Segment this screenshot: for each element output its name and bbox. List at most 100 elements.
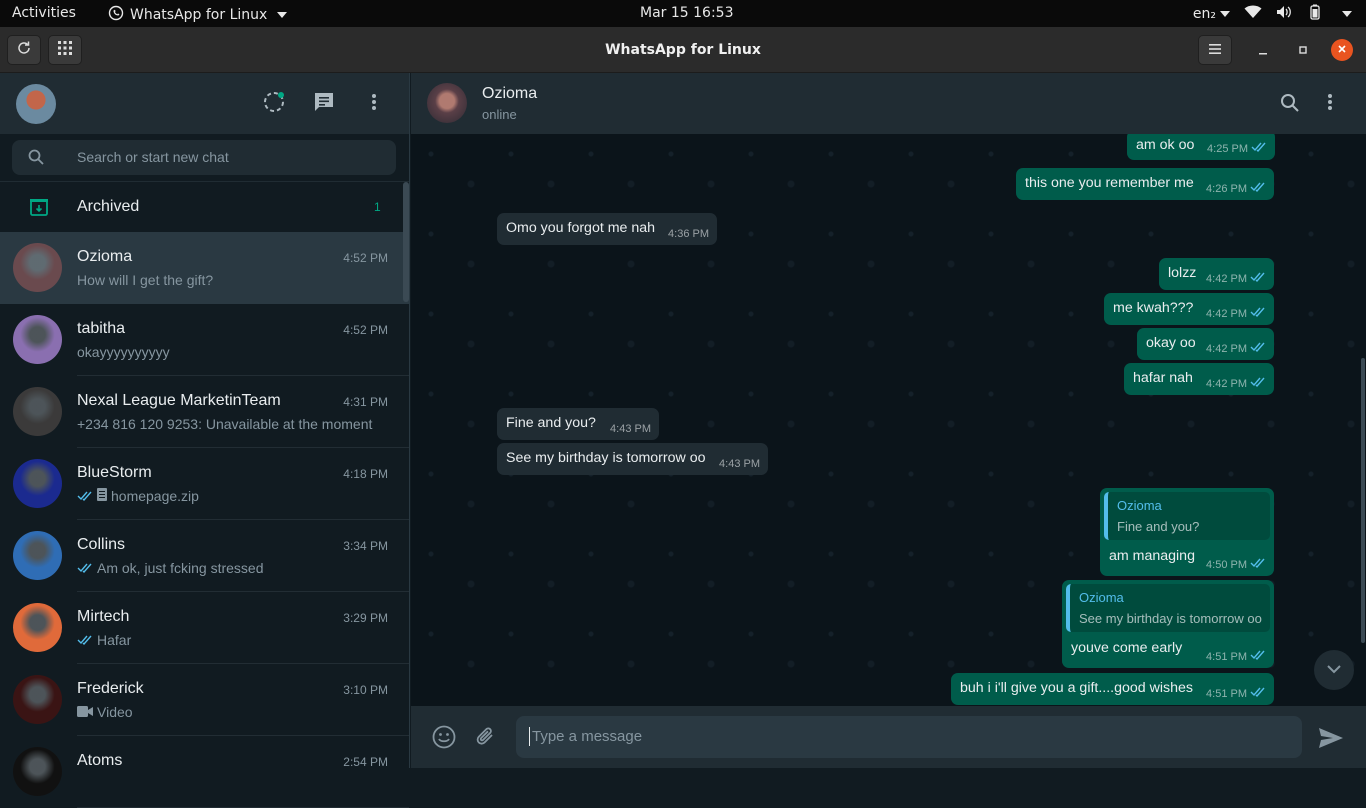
chat-list-item[interactable]: Nexal League MarketinTeam 4:31 PM +234 816… [0, 376, 409, 448]
maximize-button[interactable] [1293, 40, 1313, 60]
chat-name: Frederick [77, 680, 144, 697]
outgoing-message[interactable]: Ozioma Fine and you? am managing 4:50 PM [1100, 488, 1274, 576]
read-receipt-icon [1250, 342, 1266, 355]
chat-list-item[interactable]: Collins 3:34 PM Am ok, just fcking stresse… [0, 520, 409, 592]
keyboard-layout-indicator[interactable]: en₂ [1193, 6, 1230, 22]
scroll-to-bottom-button[interactable] [1314, 650, 1354, 690]
message-meta: 4:26 PM [1206, 182, 1266, 195]
contact-name[interactable]: Ozioma [482, 85, 537, 103]
chat-avatar[interactable] [13, 675, 62, 724]
hamburger-icon [1209, 41, 1221, 59]
chat-avatar[interactable] [13, 603, 62, 652]
message-time: 4:51 PM [1206, 687, 1247, 700]
outgoing-message[interactable]: this one you remember me 4:26 PM [1016, 168, 1274, 200]
more-vertical-icon[interactable] [1327, 93, 1333, 116]
conversation-header[interactable]: Ozioma online [411, 73, 1366, 134]
messages-scrollbar[interactable] [1361, 358, 1365, 643]
message-meta: 4:43 PM [610, 423, 651, 435]
incoming-message[interactable]: Fine and you? 4:43 PM [497, 408, 659, 440]
chevron-down-icon [1220, 11, 1230, 17]
archived-row[interactable]: Archived 1 [0, 182, 409, 232]
chat-list-item[interactable]: Frederick 3:10 PM Video [0, 664, 409, 736]
new-chat-icon [313, 91, 335, 118]
chat-preview-text: Video [97, 704, 133, 720]
my-avatar[interactable] [16, 84, 56, 124]
clock[interactable]: Mar 15 16:53 [640, 5, 733, 21]
chat-time: 3:34 PM [343, 539, 388, 553]
minimize-button[interactable] [1253, 40, 1273, 60]
message-time: 4:25 PM [1207, 142, 1248, 155]
outgoing-message[interactable]: Ozioma See my birthday is tomorrow oo youv… [1062, 580, 1274, 668]
message-text: youve come early [1071, 640, 1183, 656]
archive-icon [29, 198, 49, 221]
message-time: 4:42 PM [1206, 342, 1247, 355]
search-icon[interactable] [1280, 93, 1300, 118]
message-text: okay oo [1146, 335, 1196, 351]
activities-button[interactable]: Activities [12, 5, 76, 21]
whatsapp-icon [108, 5, 124, 25]
quoted-message[interactable]: Ozioma See my birthday is tomorrow oo [1066, 584, 1270, 632]
chat-preview: okayyyyyyyyyy [77, 344, 170, 360]
chat-avatar[interactable] [13, 315, 62, 364]
wifi-icon[interactable] [1244, 5, 1262, 23]
message-text: am ok oo [1136, 137, 1195, 153]
minimize-icon [1258, 43, 1268, 58]
chat-list-item[interactable]: Atoms 2:54 PM [0, 736, 409, 808]
chat-avatar[interactable] [13, 459, 62, 508]
message-text: am managing [1109, 548, 1195, 564]
attach-icon[interactable] [474, 725, 496, 752]
chat-avatar[interactable] [13, 387, 62, 436]
new-chat-button[interactable] [312, 92, 336, 116]
chat-avatar[interactable] [13, 243, 62, 292]
chat-list-item[interactable]: Ozioma 4:52 PM How will I get the gift? [0, 232, 409, 304]
quoted-author: Ozioma [1117, 498, 1162, 513]
chat-preview: How will I get the gift? [77, 272, 213, 288]
message-text: Omo you forgot me nah [506, 220, 656, 236]
system-tray[interactable]: en₂ [1193, 4, 1352, 24]
chat-list-item[interactable]: tabitha 4:52 PM okayyyyyyyyyy [0, 304, 409, 376]
search-input[interactable]: Search or start new chat [12, 140, 396, 175]
app-menu[interactable]: WhatsApp for Linux [108, 5, 288, 25]
quoted-message[interactable]: Ozioma Fine and you? [1104, 492, 1270, 540]
quoted-author: Ozioma [1079, 590, 1124, 605]
read-receipt-icon [1251, 142, 1267, 155]
volume-icon[interactable] [1276, 5, 1292, 23]
chat-list-item[interactable]: BlueStorm 4:18 PM homepage.zip [0, 448, 409, 520]
chat-preview: homepage.zip [77, 488, 199, 504]
chat-name: Collins [77, 536, 126, 553]
message-meta: 4:42 PM [1206, 342, 1266, 355]
close-button[interactable] [1331, 39, 1353, 61]
message-input[interactable]: Type a message [516, 716, 1302, 758]
hamburger-menu-button[interactable] [1198, 35, 1232, 65]
chat-time: 3:29 PM [343, 611, 388, 625]
battery-icon[interactable] [1306, 4, 1324, 24]
outgoing-message[interactable]: okay oo 4:42 PM [1137, 328, 1274, 360]
search-bar: Search or start new chat [0, 134, 409, 182]
message-text: lolzz [1168, 265, 1197, 281]
incoming-message[interactable]: Omo you forgot me nah 4:36 PM [497, 213, 717, 245]
outgoing-message[interactable]: me kwah??? 4:42 PM [1104, 293, 1274, 325]
more-vertical-icon [371, 93, 377, 116]
emoji-icon[interactable] [432, 725, 456, 754]
chat-list-item[interactable]: Mirtech 3:29 PM Hafar [0, 592, 409, 664]
send-icon[interactable] [1318, 727, 1344, 754]
chat-time: 4:18 PM [343, 467, 388, 481]
chat-time: 2:54 PM [343, 755, 388, 769]
chat-avatar[interactable] [13, 747, 62, 796]
status-button[interactable] [262, 91, 286, 116]
outgoing-message[interactable]: hafar nah 4:42 PM [1124, 363, 1274, 395]
outgoing-message[interactable]: lolzz 4:42 PM [1159, 258, 1274, 290]
message-composer: Type a message [411, 706, 1366, 768]
message-text: See my birthday is tomorrow oo [506, 450, 706, 466]
outgoing-message[interactable]: buh i i'll give you a gift....good wishe… [951, 673, 1274, 705]
chat-avatar[interactable] [13, 531, 62, 580]
read-receipt-icon [77, 632, 93, 648]
sidebar-menu-button[interactable] [362, 92, 386, 116]
contact-avatar[interactable] [427, 83, 467, 123]
outgoing-message[interactable]: am ok oo 4:25 PM [1127, 134, 1275, 160]
sidebar-scrollbar[interactable] [403, 182, 409, 302]
chat-name: Mirtech [77, 608, 130, 625]
message-placeholder: Type a message [532, 728, 643, 745]
chevron-down-icon[interactable] [1342, 11, 1352, 17]
incoming-message[interactable]: See my birthday is tomorrow oo 4:43 PM [497, 443, 768, 475]
